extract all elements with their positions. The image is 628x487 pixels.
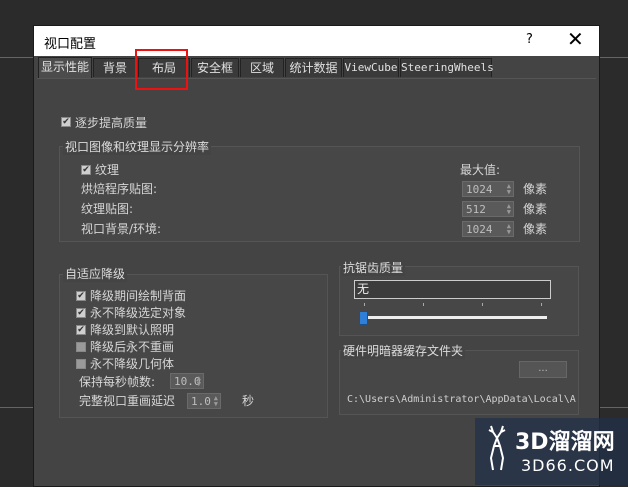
texture-checkbox[interactable]: ✔ <box>81 165 91 175</box>
resolution-group-title: 视口图像和纹理显示分辨率 <box>63 138 212 155</box>
adaptive-option-label: 永不降级选定对象 <box>90 306 187 320</box>
resolution-row-label: 纹理贴图: <box>81 202 134 216</box>
shader-cache-group-title: 硬件明暗器缓存文件夹 <box>341 342 466 359</box>
help-button[interactable]: ? <box>526 32 533 47</box>
redraw-delay-spinner[interactable]: 1.0 ▲ ▼ <box>187 393 221 409</box>
cache-folder-path: C:\Users\Administrator\AppData\Local\A <box>347 394 576 405</box>
close-button[interactable]: ✕ <box>567 28 584 50</box>
dialog-title: 视口配置 <box>44 37 97 52</box>
tab-viewcube[interactable]: ViewCube <box>343 58 399 77</box>
unit-label: 像素 <box>523 202 548 216</box>
spinner-value: 1024 <box>466 183 493 196</box>
adaptive-option-checkbox[interactable] <box>76 342 86 352</box>
spinner-value: 1.0 <box>191 395 211 408</box>
fps-label: 保持每秒帧数: <box>79 375 156 389</box>
tab-safe-frames[interactable]: 安全框 <box>191 58 239 77</box>
adaptive-option-label: 永不降级几何体 <box>90 357 175 371</box>
texture-maps-spinner[interactable]: 512 ▲ ▼ <box>462 201 514 217</box>
unit-label: 像素 <box>523 222 548 236</box>
resolution-row-label: 视口背景/环境: <box>81 222 162 236</box>
antialias-quality-field[interactable]: 无 <box>354 280 551 299</box>
unit-label: 像素 <box>523 182 548 196</box>
procedural-maps-spinner[interactable]: 1024 ▲ ▼ <box>462 181 514 197</box>
adaptive-option-checkbox[interactable] <box>76 359 86 369</box>
resolution-row-label: 烘焙程序贴图: <box>81 182 158 196</box>
watermark-url: 3D66.COM <box>521 456 615 475</box>
spinner-arrows-icon[interactable]: ▲ ▼ <box>197 375 201 388</box>
layout-tab-highlight <box>135 49 188 90</box>
adaptive-option-label: 降级期间绘制背面 <box>90 289 187 303</box>
slider-tick <box>364 303 365 306</box>
tab-display-performance[interactable]: 显示性能 <box>38 57 92 78</box>
antialias-group <box>339 266 579 336</box>
tab-background[interactable]: 背景 <box>93 58 137 77</box>
viewport-background-spinner[interactable]: 1024 ▲ ▼ <box>462 221 514 237</box>
spinner-arrows-icon[interactable]: ▲ ▼ <box>214 395 218 408</box>
deer-logo-icon <box>488 425 506 471</box>
slider-tick <box>541 303 542 306</box>
watermark: 3D溜溜网 3D66.COM <box>475 418 628 485</box>
delay-unit-label: 秒 <box>242 394 255 408</box>
slider-tick <box>482 303 483 306</box>
tab-statistics[interactable]: 统计数据 <box>285 58 342 77</box>
adaptive-option-checkbox[interactable]: ✔ <box>76 325 86 335</box>
title-bar[interactable]: 视口配置 ? ✕ <box>34 26 599 56</box>
texture-label: 纹理 <box>95 163 120 177</box>
progressive-label: 逐步提高质量 <box>75 116 148 130</box>
adaptive-group-title: 自适应降级 <box>63 265 128 282</box>
spinner-arrows-icon[interactable]: ▲ ▼ <box>507 223 511 236</box>
watermark-title: 3D溜溜网 <box>515 430 615 455</box>
fps-spinner[interactable]: 10.0 ▲ ▼ <box>170 373 204 389</box>
spinner-arrows-icon[interactable]: ▲ ▼ <box>507 183 511 196</box>
adaptive-option-checkbox[interactable]: ✔ <box>76 291 86 301</box>
redraw-delay-label: 完整视口重画延迟 <box>79 394 176 408</box>
spinner-arrows-icon[interactable]: ▲ ▼ <box>507 203 511 216</box>
shader-cache-group <box>339 350 579 415</box>
antialias-group-title: 抗锯齿质量 <box>341 259 406 276</box>
adaptive-option-checkbox[interactable]: ✔ <box>76 308 86 318</box>
browse-folder-button[interactable]: ... <box>519 361 567 378</box>
antialias-slider-track[interactable] <box>359 316 547 319</box>
max-label: 最大值: <box>460 163 501 177</box>
slider-tick <box>423 303 424 306</box>
progressive-checkbox[interactable]: ✔ <box>61 117 71 127</box>
antialias-slider-thumb[interactable] <box>359 311 368 325</box>
adaptive-option-label: 降级到默认照明 <box>90 323 175 337</box>
spinner-value: 1024 <box>466 223 493 236</box>
spinner-value: 512 <box>466 203 486 216</box>
tab-steeringwheels[interactable]: SteeringWheels <box>400 58 494 77</box>
tab-regions[interactable]: 区域 <box>240 58 284 77</box>
adaptive-option-label: 降级后永不重画 <box>90 340 175 354</box>
